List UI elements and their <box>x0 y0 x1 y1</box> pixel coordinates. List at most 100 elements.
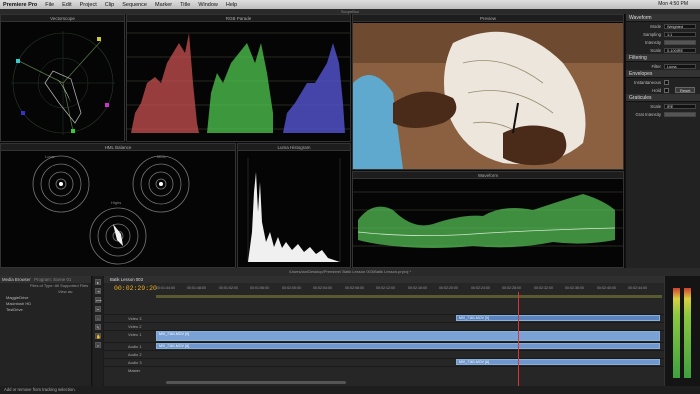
menu-help[interactable]: Help <box>226 2 237 8</box>
track-video-1: Video 1 MVI_7161.MOV [V] <box>104 330 664 341</box>
graticule-scale-select[interactable]: IRE <box>664 103 696 109</box>
timeline-clip[interactable]: MVI_7161.MOV [A] <box>456 359 660 365</box>
ruler-tick: 00:01:48:00 <box>187 286 206 290</box>
reset-button[interactable]: Reset <box>675 87 696 93</box>
graticules-header: Graticules <box>626 94 700 102</box>
sampling-select[interactable]: 1:1 <box>664 31 696 37</box>
selection-tool-icon[interactable]: ▸ <box>95 279 101 285</box>
track-master: Master <box>104 366 664 373</box>
menu-clip[interactable]: Clip <box>105 2 114 8</box>
menu-app[interactable]: Premiere Pro <box>3 2 37 8</box>
scale-label: Scale <box>650 47 661 53</box>
project-path: /Users/ian/Desktop/Premiere/ Batik Lesso… <box>0 268 700 276</box>
ruler-tick: 00:01:52:00 <box>219 286 238 290</box>
drive-item[interactable]: TestDrive <box>0 307 91 313</box>
ruler-tick: 00:02:00:00 <box>282 286 301 290</box>
ruler-tick: 00:02:08:00 <box>345 286 364 290</box>
menu-marker[interactable]: Marker <box>155 2 172 8</box>
media-browser-panel: Media Browser Program: Scene 01 Files of… <box>0 276 92 386</box>
media-browser-tab[interactable]: Media Browser <box>2 277 31 282</box>
vectorscope-graph <box>11 31 115 135</box>
panel-title: HML Balance <box>1 144 235 151</box>
vectorscope-panel: Vectorscope <box>0 14 125 142</box>
rgb-parade-graph <box>127 32 350 133</box>
ruler-tick: 00:01:56:00 <box>250 286 269 290</box>
timeline-clip[interactable]: MVI_7161.MOV [V] <box>456 315 660 321</box>
luma-histogram-graph <box>247 158 341 262</box>
ruler-tick: 00:02:20:00 <box>439 286 458 290</box>
grat-intensity-label: Grat Intensity <box>635 111 661 117</box>
ruler-tick: 00:02:32:00 <box>534 286 553 290</box>
ruler-tick: 00:02:24:00 <box>471 286 490 290</box>
razor-tool-icon[interactable]: ✂ <box>95 306 101 312</box>
envelopes-header: Envelopes <box>626 70 700 78</box>
program-tab[interactable]: Program: Scene 01 <box>34 277 71 282</box>
timeline-clip[interactable]: MVI_7161.MOV [V] <box>156 331 660 341</box>
luma-histogram-panel: Luma Histogram <box>237 143 351 268</box>
playhead[interactable] <box>518 292 519 386</box>
sequence-tab[interactable]: Batik Lesson 003 <box>104 276 664 283</box>
hold-label: Hold <box>652 87 661 93</box>
slip-tool-icon[interactable]: ⇔ <box>95 315 101 321</box>
timeline-clip[interactable]: MVI_7161.MOV [A] <box>156 343 660 349</box>
instantaneous-label: Instantaneous <box>634 79 661 85</box>
track-audio-1: Audio 1 MVI_7161.MOV [A] <box>104 342 664 349</box>
timecode-display[interactable]: 00:02:29:20 <box>114 285 157 292</box>
filter-select[interactable]: Luma <box>664 63 696 69</box>
waveform-graph <box>353 191 623 248</box>
menu-window[interactable]: Window <box>198 2 218 8</box>
grat-intensity-slider[interactable] <box>664 111 696 117</box>
track-audio-3: Audio 3 MVI_7161.MOV [A] <box>104 358 664 365</box>
audio-meter-left <box>673 288 680 378</box>
ruler-tick: 00:02:44:00 <box>628 286 647 290</box>
track-audio-2: Audio 2 <box>104 350 664 357</box>
graticule-scale-label: Scale <box>650 103 661 109</box>
preview-panel: Preview <box>352 14 624 170</box>
menu-file[interactable]: File <box>45 2 54 8</box>
mode-select[interactable]: Weighted <box>664 23 696 29</box>
pen-tool-icon[interactable]: ✎ <box>95 324 101 330</box>
intensity-slider[interactable] <box>664 39 696 45</box>
track-video-3: Video 3 MVI_7161.MOV [V] <box>104 314 664 321</box>
ruler-tick: 00:02:40:00 <box>597 286 616 290</box>
timeline-panel: Batik Lesson 003 00:02:29:20 00:01:44:00… <box>104 276 664 386</box>
timeline-scrollbar[interactable] <box>166 381 346 384</box>
scale-select[interactable]: 0-100IRE <box>664 47 696 53</box>
tools-panel: ▸ ⇥ ⟷ ✂ ⇔ ✎ ✋ ⌕ <box>93 276 103 386</box>
hand-tool-icon[interactable]: ✋ <box>95 333 101 339</box>
panel-title: Luma Histogram <box>238 144 350 151</box>
panel-title: Vectorscope <box>1 15 124 22</box>
preview-frame <box>353 23 623 169</box>
menu-project[interactable]: Project <box>80 2 97 8</box>
hml-balance-panel: HML Balance Lows Mids Highs <box>0 143 236 268</box>
audio-meters-panel <box>664 276 700 386</box>
menu-bar: Premiere Pro File Edit Project Clip Sequ… <box>0 0 700 9</box>
menu-title[interactable]: Title <box>180 2 190 8</box>
filtering-header: Filtering <box>626 54 700 62</box>
filter-label: Filter <box>651 63 661 69</box>
menu-sequence[interactable]: Sequence <box>122 2 147 8</box>
ruler-tick: 00:02:16:00 <box>408 286 427 290</box>
ruler-tick: 00:02:12:00 <box>376 286 395 290</box>
panel-title: Preview <box>353 15 623 22</box>
ruler-tick: 00:02:36:00 <box>565 286 584 290</box>
waveform-panel: Waveform <box>352 171 624 268</box>
track-select-tool-icon[interactable]: ⇥ <box>95 288 101 294</box>
ruler-tick: 00:02:04:00 <box>313 286 332 290</box>
menu-edit[interactable]: Edit <box>62 2 71 8</box>
hml-balance-graph <box>32 155 190 265</box>
panel-title: Waveform <box>353 172 623 179</box>
files-of-type-select[interactable]: All Supported Files <box>55 283 89 288</box>
waveform-settings-header: Waveform <box>626 14 700 22</box>
time-ruler[interactable]: 00:01:44:00 00:01:48:00 00:01:52:00 00:0… <box>156 286 662 293</box>
audio-meter-right <box>684 288 691 378</box>
zoom-tool-icon[interactable]: ⌕ <box>95 342 101 348</box>
panel-title: RGB Parade <box>127 15 350 22</box>
ruler-tick: 00:01:44:00 <box>156 286 175 290</box>
ruler-tick: 00:02:28:00 <box>502 286 521 290</box>
hold-checkbox[interactable] <box>664 87 669 93</box>
ripple-edit-tool-icon[interactable]: ⟷ <box>95 297 102 303</box>
sampling-label: Sampling <box>643 31 661 37</box>
work-area-bar[interactable] <box>156 295 662 298</box>
instantaneous-checkbox[interactable] <box>664 79 669 85</box>
